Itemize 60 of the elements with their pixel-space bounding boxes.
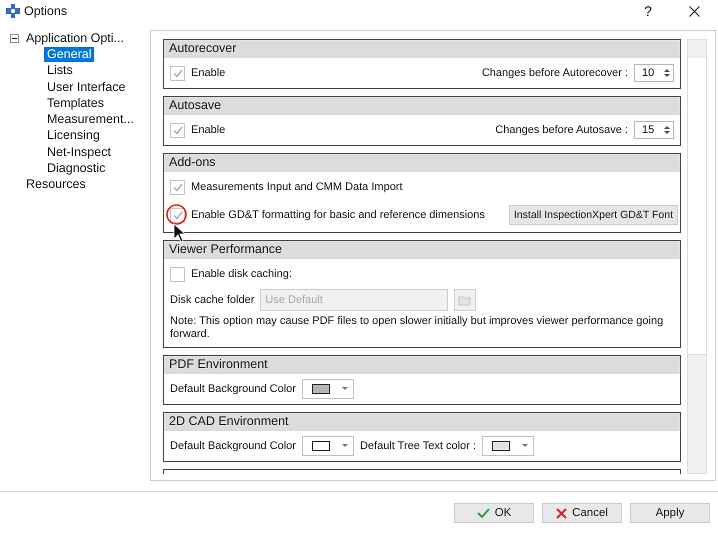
color-picker[interactable]: [482, 436, 534, 456]
folder-icon: [458, 294, 472, 306]
picker-label: Default Background Color: [170, 440, 296, 452]
color-picker[interactable]: [302, 436, 354, 456]
check-icon: [172, 182, 182, 192]
mouse-pointer-icon: [173, 222, 187, 242]
field-label: Disk cache folder: [170, 294, 254, 306]
spin-label: Changes before Autorecover :: [482, 67, 628, 79]
checkbox-label: Enable: [191, 67, 226, 79]
group-header: Add-ons: [164, 154, 680, 172]
group-header: 2D CAD Environment: [164, 413, 680, 431]
group-header: Autorecover: [164, 40, 680, 58]
dropdown-caret-icon: [342, 387, 348, 391]
tree-item[interactable]: Licensing: [44, 128, 103, 144]
checkbox-label: Measurements Input and CMM Data Import: [191, 181, 403, 193]
tree-item[interactable]: Diagnostic: [44, 161, 108, 176]
number-spinner[interactable]: 10: [634, 64, 674, 82]
checkbox[interactable]: [170, 180, 185, 194]
spin-arrows-icon: [664, 125, 670, 135]
picker-label: Default Tree Text color :: [360, 440, 476, 452]
app-logo-icon: [6, 4, 20, 18]
check-icon: [476, 508, 490, 518]
checkbox-label: Enable disk caching:: [191, 268, 292, 280]
install-font-button[interactable]: Install InspectionXpert GD&T Font: [508, 205, 678, 225]
tree-item[interactable]: General: [44, 46, 94, 62]
color-picker[interactable]: [302, 379, 354, 399]
dropdown-caret-icon: [342, 444, 348, 448]
scrollbar[interactable]: [687, 39, 707, 474]
tree-item[interactable]: Net-Inspect: [44, 144, 114, 160]
number-spinner[interactable]: 15: [634, 121, 674, 139]
spin-label: Changes before Autosave :: [495, 124, 628, 136]
close-icon[interactable]: [689, 6, 700, 16]
checkbox-label: Enable: [191, 124, 226, 136]
picker-label: Default Background Color: [170, 383, 296, 395]
tree-item[interactable]: Measurement...: [44, 112, 137, 128]
checkbox[interactable]: [170, 266, 185, 282]
group-header: PDF Environment: [164, 356, 680, 374]
group-header: Autosave: [164, 97, 680, 115]
dialog-button[interactable]: Cancel: [542, 503, 622, 523]
tree-item[interactable]: Application Opti...: [23, 30, 127, 46]
tree-item[interactable]: User Interface: [44, 80, 129, 95]
checkbox[interactable]: [170, 122, 185, 138]
check-icon: [172, 68, 182, 78]
checkbox[interactable]: [170, 66, 185, 80]
close-icon: [556, 508, 568, 518]
group-header: Viewer Performance: [164, 241, 680, 259]
tree-item[interactable]: Resources: [23, 177, 89, 192]
check-icon: [172, 126, 182, 134]
checkbox-label: Enable GD&T formatting for basic and reference dimensions: [191, 209, 485, 221]
window-title: Options: [24, 4, 68, 18]
collapse-icon[interactable]: [10, 34, 19, 43]
dropdown-caret-icon: [522, 444, 528, 448]
dialog-button[interactable]: OK: [454, 503, 534, 523]
tree-item[interactable]: Lists: [44, 63, 76, 78]
note-text: Note: This option may cause PDF files to open slower initially but improves viewer performance going forward.: [170, 315, 664, 342]
check-icon: [172, 210, 182, 220]
help-button[interactable]: ?: [633, 3, 663, 19]
tree-item[interactable]: Templates: [44, 96, 107, 111]
dialog-button[interactable]: Apply: [630, 503, 710, 523]
spin-arrows-icon: [664, 68, 670, 78]
